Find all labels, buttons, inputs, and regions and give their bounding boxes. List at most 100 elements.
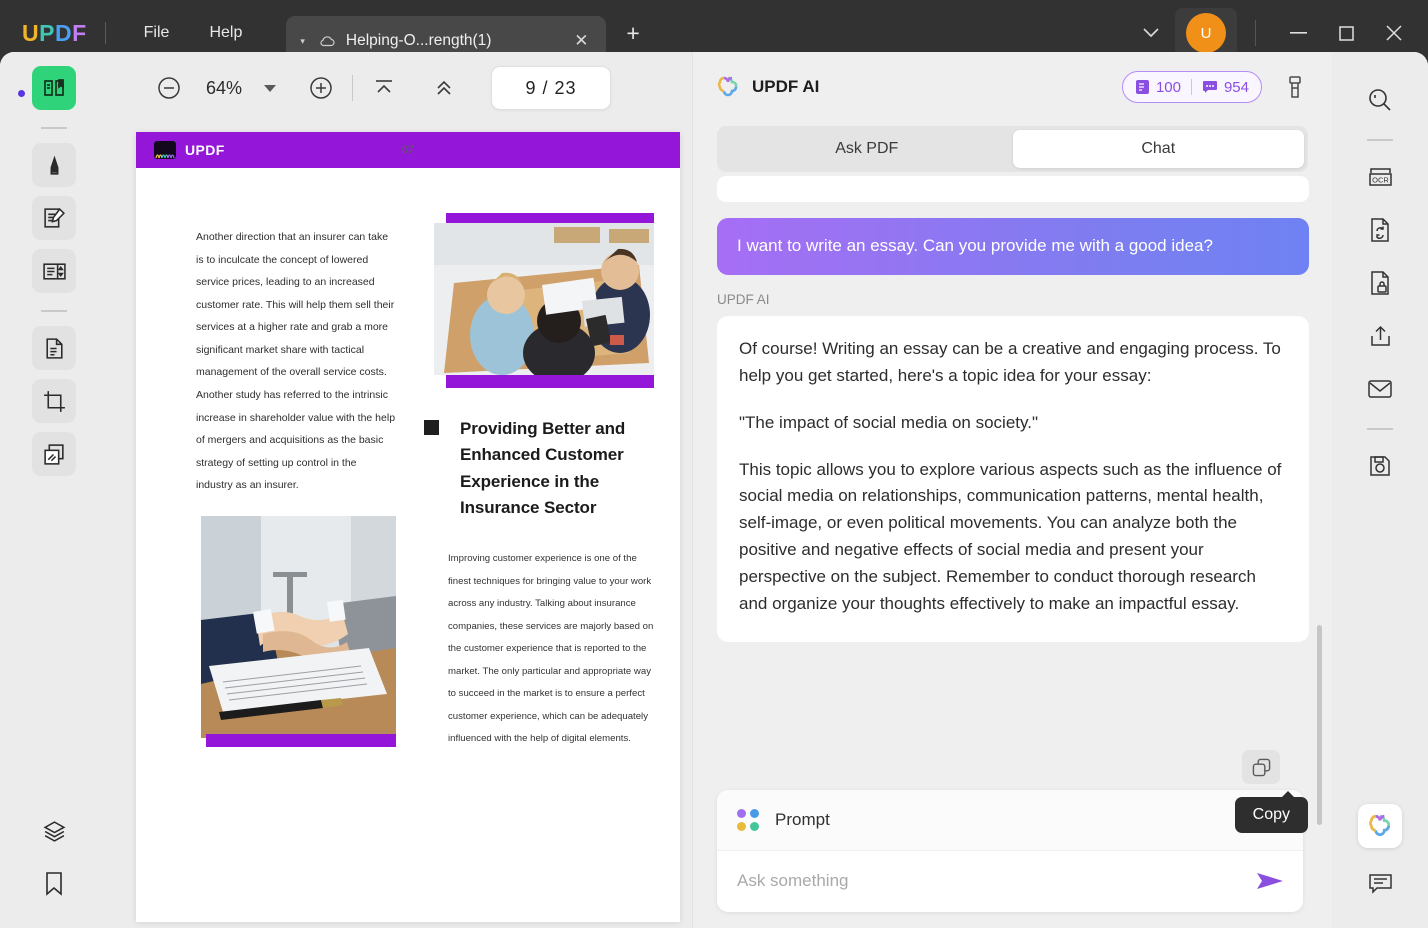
chat-scrollbar[interactable] bbox=[1317, 625, 1322, 825]
prompt-selector[interactable]: Prompt bbox=[717, 790, 1303, 851]
email-icon[interactable] bbox=[1358, 367, 1402, 411]
app-shell: 64% 9 / 23 UPDF Another direction that a… bbox=[0, 52, 1428, 928]
assistant-message: Of course! Writing an essay can be a cre… bbox=[717, 315, 1309, 642]
ask-row bbox=[717, 851, 1303, 911]
pdf-page[interactable]: UPDF Another direction that an insurer c… bbox=[136, 132, 680, 922]
updf-ai-icon bbox=[715, 74, 741, 100]
ask-input[interactable] bbox=[737, 871, 1255, 891]
chat-credit-icon bbox=[1202, 80, 1217, 93]
copy-tooltip: Copy bbox=[1234, 791, 1308, 833]
updf-ai-icon[interactable] bbox=[1358, 804, 1402, 848]
assistant-paragraph-1: Of course! Writing an essay can be a cre… bbox=[739, 338, 1281, 385]
sidebar-convert[interactable] bbox=[32, 326, 76, 370]
credits-badge[interactable]: 100 954 bbox=[1121, 71, 1262, 103]
ai-panel: UPDF AI 100 954 Ask PDF Chat I want to w… bbox=[692, 52, 1332, 928]
menu-help[interactable]: Help bbox=[189, 18, 262, 48]
sidebar-annotate[interactable] bbox=[32, 143, 76, 187]
prompt-composer: Prompt bbox=[717, 790, 1303, 912]
save-icon[interactable] bbox=[1358, 444, 1402, 488]
logo-letter-p: P bbox=[39, 19, 55, 46]
sidebar-organize[interactable] bbox=[32, 432, 76, 476]
sidebar-crop[interactable] bbox=[32, 379, 76, 423]
doc-page-number: 07 bbox=[401, 144, 415, 156]
account-button[interactable]: U bbox=[1175, 8, 1237, 58]
accent-bar-handshake bbox=[206, 734, 396, 747]
left-toolbar bbox=[0, 52, 108, 928]
cloud-icon bbox=[319, 32, 337, 50]
updf-logo: U P D F bbox=[22, 20, 87, 47]
credit-pages: 100 bbox=[1135, 79, 1181, 96]
convert-icon[interactable] bbox=[1358, 208, 1402, 252]
credit-pages-value: 100 bbox=[1155, 78, 1181, 96]
doc-text-right: Improving customer experience is one of … bbox=[448, 553, 654, 745]
ocr-icon[interactable]: OCR bbox=[1358, 155, 1402, 199]
previous-message-partial bbox=[717, 176, 1309, 202]
accent-bar-bottom bbox=[446, 375, 654, 388]
chevron-down-icon[interactable]: ▾ bbox=[300, 36, 305, 47]
new-tab-button[interactable]: + bbox=[626, 20, 639, 47]
zoom-in-icon[interactable] bbox=[302, 69, 340, 107]
close-button[interactable] bbox=[1370, 11, 1418, 55]
handshake-photo bbox=[201, 516, 396, 738]
search-icon[interactable] bbox=[1358, 78, 1402, 122]
document-credit-icon bbox=[1135, 80, 1149, 94]
maximize-button[interactable] bbox=[1322, 11, 1370, 55]
share-icon[interactable] bbox=[1358, 314, 1402, 358]
zoom-out-icon[interactable] bbox=[150, 69, 188, 107]
status-dot bbox=[18, 90, 25, 97]
chevron-down-icon[interactable] bbox=[264, 84, 276, 92]
doc-text-left: Another direction that an insurer can ta… bbox=[196, 231, 396, 492]
doc-paragraph-left: Another direction that an insurer can ta… bbox=[196, 226, 396, 497]
chat-thread[interactable]: I want to write an essay. Can you provid… bbox=[693, 174, 1333, 814]
close-icon[interactable]: ✕ bbox=[570, 31, 592, 51]
doc-heading: Providing Better and Enhanced Customer E… bbox=[460, 419, 626, 518]
fit-page-icon[interactable] bbox=[365, 69, 403, 107]
sidebar-layers[interactable] bbox=[32, 809, 76, 853]
double-chevron-up-icon[interactable] bbox=[425, 69, 463, 107]
right-toolbar: OCR bbox=[1332, 52, 1428, 928]
logo-letter-f: F bbox=[72, 19, 87, 46]
ai-panel-title: UPDF AI bbox=[752, 77, 820, 96]
assistant-paragraph-3: This topic allows you to explore various… bbox=[739, 459, 1282, 613]
window-controls: U bbox=[1127, 8, 1428, 58]
user-message: I want to write an essay. Can you provid… bbox=[717, 218, 1309, 275]
doc-paragraph-right: Improving customer experience is one of … bbox=[448, 548, 660, 751]
credit-messages-value: 954 bbox=[1223, 78, 1249, 96]
pdf-toolbar: 64% 9 / 23 bbox=[108, 52, 692, 124]
toolbar-divider bbox=[352, 75, 353, 101]
protect-icon[interactable] bbox=[1358, 261, 1402, 305]
comment-icon[interactable] bbox=[1358, 862, 1402, 906]
ai-mode-tabs: Ask PDF Chat bbox=[717, 126, 1308, 172]
meeting-photo bbox=[434, 223, 654, 375]
clean-brush-icon[interactable] bbox=[1278, 70, 1312, 104]
sidebar-bookmark[interactable] bbox=[32, 862, 76, 906]
doc-image-meeting bbox=[434, 213, 654, 388]
heading-bullet-icon bbox=[424, 420, 439, 435]
minimize-button[interactable] bbox=[1274, 11, 1322, 55]
title-divider bbox=[104, 22, 106, 44]
right-divider-2 bbox=[1367, 428, 1393, 430]
credit-divider bbox=[1190, 79, 1192, 95]
rail-divider-2 bbox=[41, 310, 67, 312]
menu-file[interactable]: File bbox=[124, 18, 190, 48]
sidebar-edit-pdf[interactable] bbox=[32, 196, 76, 240]
doc-image-handshake bbox=[201, 516, 396, 750]
chevron-down-icon[interactable] bbox=[1127, 16, 1175, 51]
credit-messages: 954 bbox=[1202, 79, 1249, 96]
tab-chat[interactable]: Chat bbox=[1012, 130, 1304, 168]
page-indicator[interactable]: 9 / 23 bbox=[491, 66, 611, 110]
sidebar-page-tools[interactable] bbox=[32, 249, 76, 293]
prompt-label: Prompt bbox=[775, 810, 830, 829]
rail-divider bbox=[41, 127, 67, 129]
zoom-level: 64% bbox=[206, 77, 243, 98]
page-number-display: 9 / 23 bbox=[525, 77, 577, 98]
assistant-label: UPDF AI bbox=[717, 291, 770, 307]
tab-ask-pdf[interactable]: Ask PDF bbox=[721, 130, 1013, 168]
ai-panel-header: UPDF AI 100 954 bbox=[693, 52, 1332, 122]
send-icon[interactable] bbox=[1255, 869, 1285, 893]
pdf-viewer: 64% 9 / 23 UPDF Another direction that a… bbox=[108, 52, 692, 928]
sidebar-reader[interactable] bbox=[32, 66, 76, 110]
window-divider bbox=[1255, 20, 1256, 46]
logo-letter-u: U bbox=[22, 19, 40, 46]
copy-button[interactable] bbox=[1242, 750, 1280, 784]
